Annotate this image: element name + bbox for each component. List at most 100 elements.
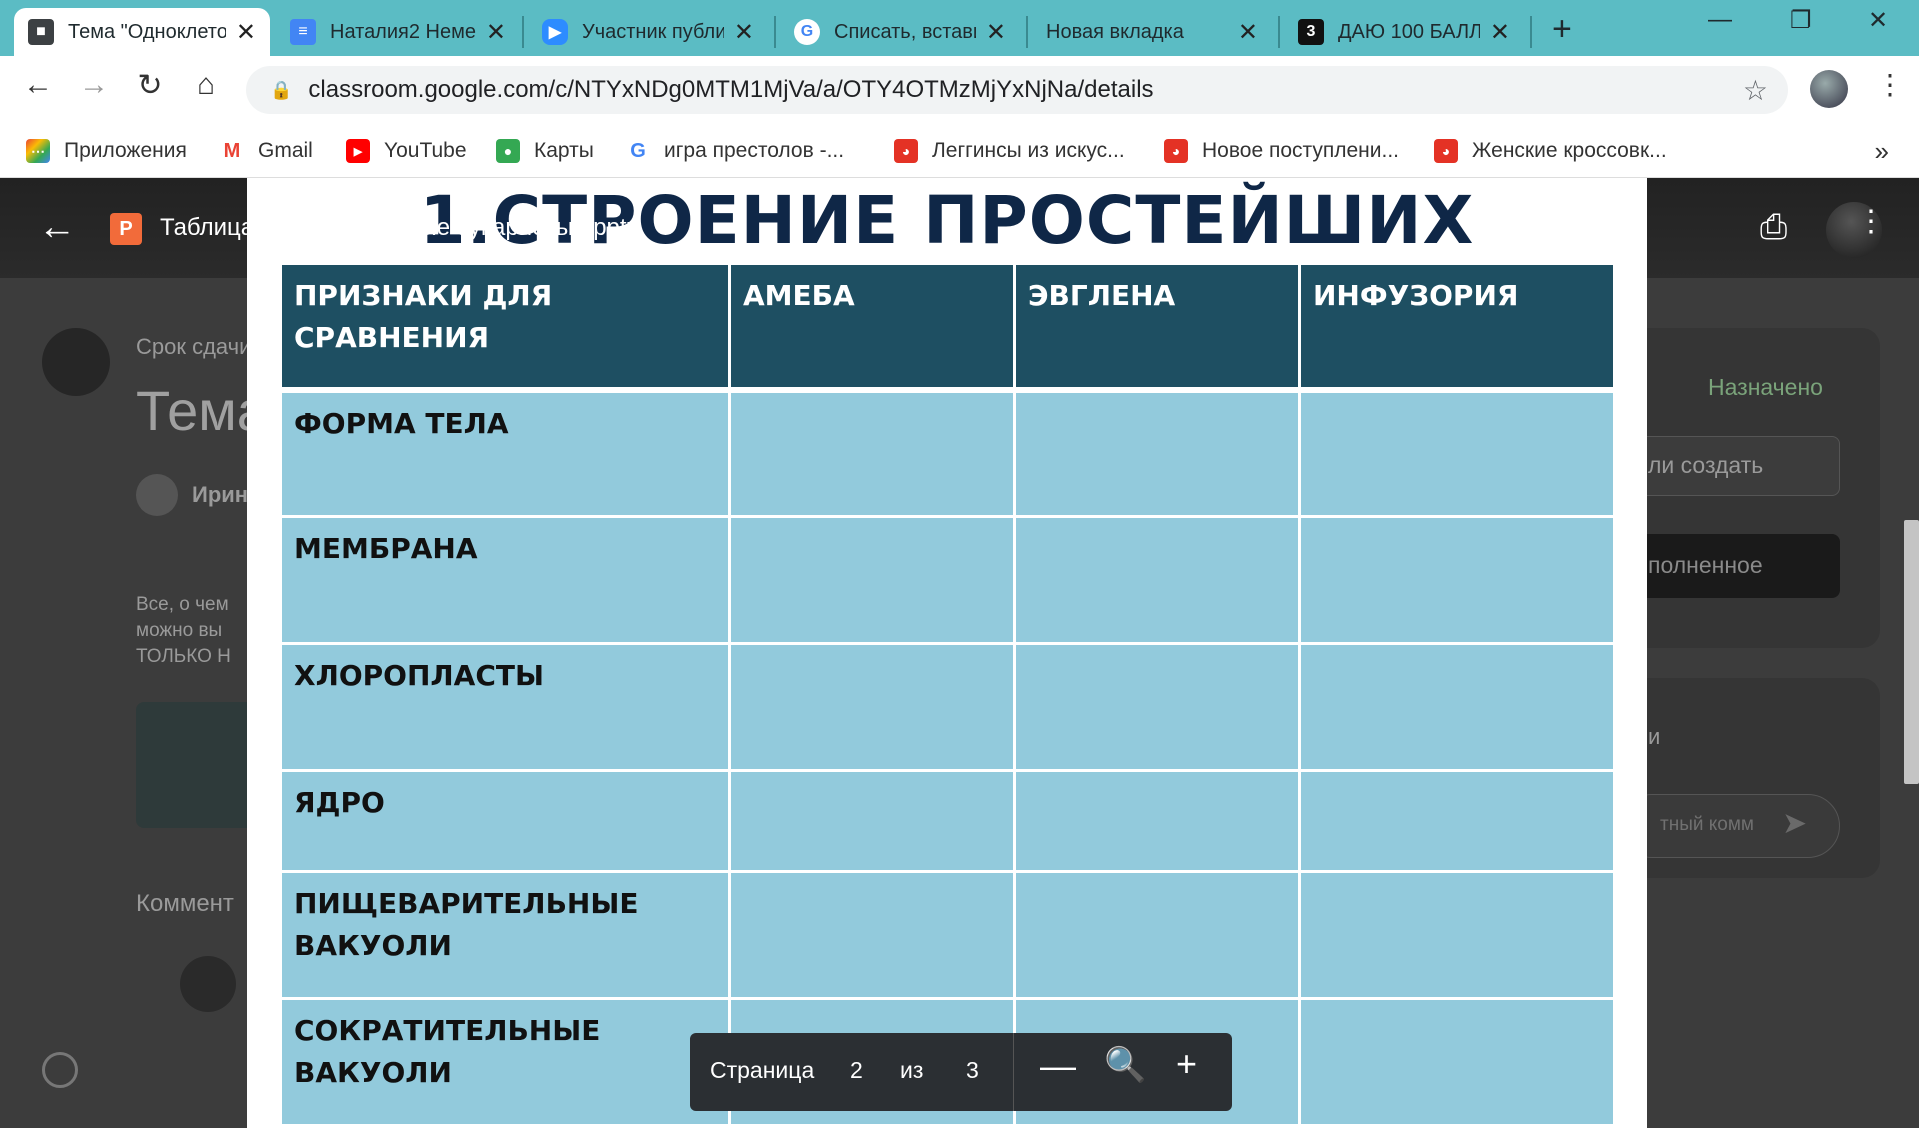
tab-separator [774,16,776,48]
bookmark-apps[interactable]: ⋯ Приложения [26,124,187,178]
znanija-icon: 3 [1298,19,1324,45]
row-label: ФОРМА ТЕЛА [279,388,731,518]
zoom-icon: ▶ [542,19,568,45]
table-cell [728,642,1016,772]
url-text[interactable]: classroom.google.com/c/NTYxNDg0MTM1MjVa/… [308,76,1153,104]
mark-done-label: полненное [1648,552,1763,578]
table-row: ПИЩЕВАРИТЕЛЬНЫЕ ВАКУОЛИ [279,870,1616,1000]
bookmark-got[interactable]: G игра престолов -... [626,124,844,178]
more-bookmarks-icon[interactable]: » [1875,136,1889,167]
close-tab-icon[interactable]: ✕ [1490,18,1510,47]
browser-menu-icon[interactable]: ⋮ [1876,68,1904,101]
bookmark-label: Приложения [64,139,187,162]
row-label: ХЛОРОПЛАСТЫ [279,642,731,772]
current-page-input[interactable]: 2 [850,1057,863,1084]
table-row: ЯДРО [279,769,1616,873]
aliexpress-icon: ◕ [894,139,918,163]
youtube-icon: ▶ [346,139,370,163]
slide-preview: 1.СТРОЕНИЕ ПРОСТЕЙШИХ ПРИЗНАКИ ДЛЯ СРАВН… [247,178,1647,1128]
tab-separator [1278,16,1280,48]
tab-classroom[interactable]: ■ Тема "Одноклеточные ✕ [14,8,270,56]
tab-title: ДАЮ 100 БАЛЛОВ [1338,20,1480,43]
status-assigned: Назначено [1708,374,1823,400]
tab-title: Новая вкладка [1046,20,1184,43]
bookmark-label: Новое поступлени... [1202,139,1399,162]
table-row: МЕМБРАНА [279,515,1616,645]
close-tab-icon[interactable]: ✕ [1238,18,1258,47]
tab-title: Списать, вставить [834,20,976,43]
tab-separator [1026,16,1028,48]
attachment-thumbnail[interactable] [136,702,256,828]
table-header-row: ПРИЗНАКИ ДЛЯ СРАВНЕНИЯ АМЕБА ЭВГЛЕНА ИНФ… [279,262,1616,393]
restore-icon[interactable]: ❐ [1790,6,1812,35]
total-pages: 3 [966,1057,979,1083]
header-cell: АМЕБА [728,262,1016,393]
table-cell [1298,769,1616,873]
tab-znanija[interactable]: 3 ДАЮ 100 БАЛЛОВ ✕ [1284,8,1524,56]
bookmark-leggings[interactable]: ◕ Леггинсы из искус... [894,124,1125,178]
aliexpress-icon: ◕ [1164,139,1188,163]
reload-icon[interactable]: ↻ [130,68,170,103]
table-cell [1013,515,1301,645]
close-tab-icon[interactable]: ✕ [236,18,256,47]
forward-icon[interactable]: → [74,68,114,102]
table-cell [1298,642,1616,772]
google-icon: G [626,139,650,163]
close-tab-icon[interactable]: ✕ [486,18,506,47]
bookmarks-bar: ⋯ Приложения M Gmail ▶ YouTube ● Карты G… [0,124,1919,178]
help-icon[interactable] [42,1052,78,1088]
table-cell [728,515,1016,645]
tab-zoom[interactable]: ▶ Участник публичной ✕ [528,8,768,56]
back-arrow-icon[interactable]: ← [38,206,76,249]
tab-title: Наталия2 Немецкий [330,20,476,43]
bookmark-new-arrivals[interactable]: ◕ Новое поступлени... [1164,124,1399,178]
zoom-in-icon[interactable]: + [1176,1043,1197,1085]
description-line: можно вы [136,620,223,641]
table-cell [1298,997,1616,1127]
description-line: Все, о чем [136,594,229,615]
more-options-icon[interactable]: ⋮ [1856,204,1886,239]
page-label: Страница [710,1057,815,1083]
header-cell: ЭВГЛЕНА [1013,262,1301,393]
bookmark-sneakers[interactable]: ◕ Женские кроссовк... [1434,124,1667,178]
print-icon[interactable]: ⎙ [1760,208,1787,247]
send-icon[interactable]: ➤ [1782,806,1807,841]
table-cell [1013,388,1301,518]
close-window-icon[interactable]: ✕ [1868,6,1888,35]
commenter-avatar [180,956,236,1012]
tab-google[interactable]: G Списать, вставить ✕ [780,8,1020,56]
tab-title: Тема "Одноклеточные [68,20,226,43]
due-date-label: Срок сдачи [136,334,252,359]
description-line: ТОЛЬКО Н [136,646,231,667]
table-row: ФОРМА ТЕЛА [279,388,1616,518]
home-icon[interactable]: ⌂ [186,68,226,102]
table-cell [1298,870,1616,1000]
page-scrollbar[interactable] [1904,520,1919,784]
bookmark-maps[interactable]: ● Карты [496,124,594,178]
new-tab-button[interactable]: + [1552,10,1572,49]
row-label: СОКРАТИТЕЛЬНЫЕ ВАКУОЛИ [279,997,731,1127]
bookmark-star-icon[interactable]: ☆ [1743,74,1768,107]
bookmark-gmail[interactable]: M Gmail [220,124,313,178]
address-bar[interactable]: 🔒 classroom.google.com/c/NTYxNDg0MTM1MjV… [246,66,1788,114]
back-icon[interactable]: ← [18,68,58,102]
row-label: ПИЩЕВАРИТЕЛЬНЫЕ ВАКУОЛИ [279,870,731,1000]
table-cell [728,388,1016,518]
minimize-icon[interactable]: — [1708,6,1732,34]
tab-new[interactable]: Новая вкладка ✕ [1032,8,1272,56]
bookmark-label: YouTube [384,139,467,162]
profile-avatar[interactable] [1810,70,1848,108]
apps-grid-icon: ⋯ [26,139,50,163]
lock-icon[interactable]: 🔒 [270,80,292,101]
page-navigator: Страница 2 из 3 — 🔍 + [690,1033,1232,1111]
bookmark-label: игра престолов -... [664,139,845,162]
tab-docs[interactable]: ≡ Наталия2 Немецкий ✕ [276,8,520,56]
bookmark-youtube[interactable]: ▶ YouTube [346,124,467,178]
zoom-reset-icon[interactable]: 🔍 [1104,1045,1146,1085]
close-tab-icon[interactable]: ✕ [986,18,1006,47]
table-cell [1013,870,1301,1000]
close-tab-icon[interactable]: ✕ [734,18,754,47]
docs-icon: ≡ [290,19,316,45]
powerpoint-icon: P [110,213,142,245]
zoom-out-icon[interactable]: — [1040,1045,1076,1087]
